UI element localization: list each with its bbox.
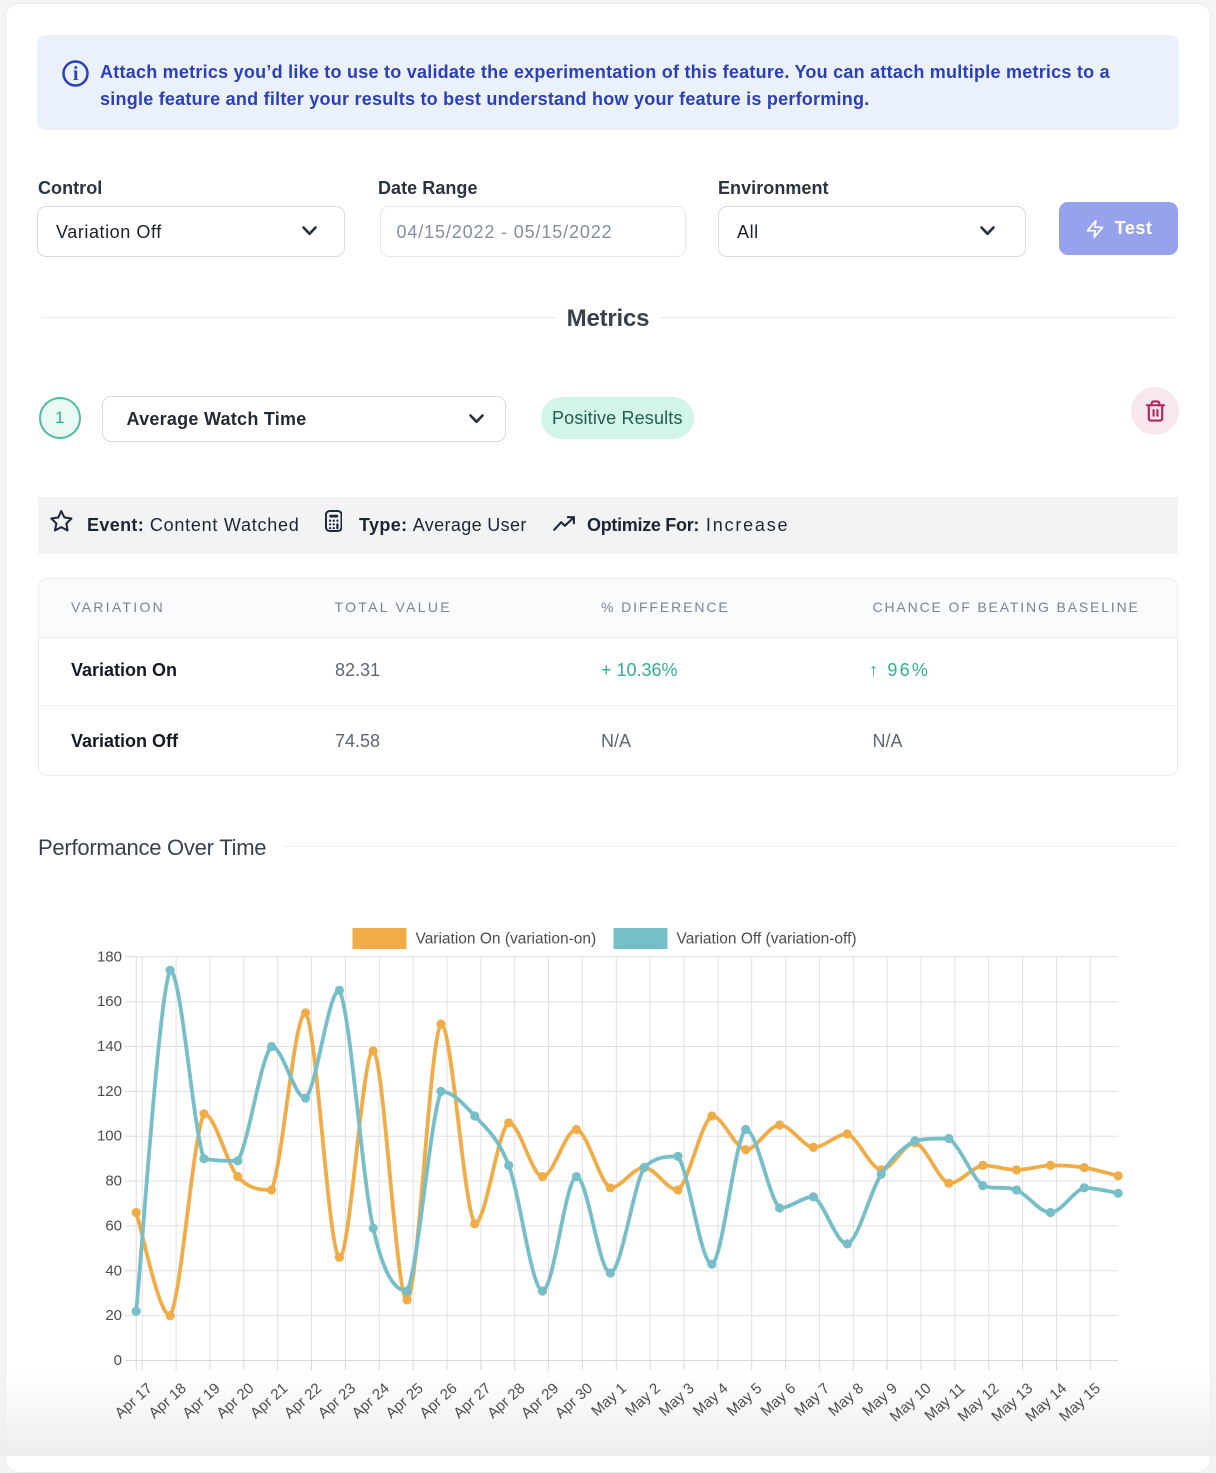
- svg-text:160: 160: [97, 993, 122, 1010]
- svg-text:0: 0: [114, 1352, 122, 1369]
- svg-text:Apr 18: Apr 18: [146, 1380, 190, 1422]
- svg-text:180: 180: [97, 948, 122, 965]
- svg-text:100: 100: [97, 1128, 122, 1145]
- svg-text:May 5: May 5: [724, 1380, 766, 1420]
- svg-text:May 4: May 4: [690, 1380, 732, 1420]
- svg-text:Apr 28: Apr 28: [484, 1380, 528, 1422]
- svg-text:Apr 26: Apr 26: [416, 1380, 460, 1422]
- svg-text:Variation Off (variation-off): Variation Off (variation-off): [677, 931, 857, 948]
- svg-text:Apr 23: Apr 23: [315, 1380, 359, 1422]
- svg-text:May 2: May 2: [622, 1380, 664, 1420]
- svg-text:Apr 17: Apr 17: [112, 1380, 156, 1422]
- svg-text:40: 40: [105, 1262, 122, 1279]
- svg-text:Apr 27: Apr 27: [450, 1380, 494, 1422]
- svg-text:Apr 22: Apr 22: [281, 1380, 325, 1422]
- svg-text:120: 120: [97, 1083, 122, 1100]
- svg-text:Apr 21: Apr 21: [247, 1380, 291, 1422]
- svg-text:Apr 25: Apr 25: [383, 1380, 427, 1422]
- svg-text:Apr 24: Apr 24: [349, 1380, 393, 1422]
- svg-text:60: 60: [105, 1217, 122, 1234]
- svg-text:Apr 29: Apr 29: [518, 1380, 562, 1422]
- svg-text:Apr 20: Apr 20: [213, 1380, 257, 1422]
- svg-text:May 6: May 6: [758, 1380, 800, 1420]
- svg-text:i: i: [73, 64, 79, 85]
- svg-text:20: 20: [105, 1307, 122, 1324]
- svg-text:Variation On (variation-on): Variation On (variation-on): [416, 931, 597, 948]
- svg-text:May 7: May 7: [791, 1380, 833, 1420]
- svg-text:140: 140: [97, 1038, 122, 1055]
- svg-text:Apr 19: Apr 19: [179, 1380, 223, 1422]
- svg-text:80: 80: [105, 1173, 122, 1190]
- svg-text:Apr 30: Apr 30: [552, 1380, 596, 1422]
- svg-text:May 1: May 1: [588, 1380, 630, 1420]
- svg-text:May 8: May 8: [825, 1380, 867, 1420]
- svg-text:May 3: May 3: [656, 1380, 698, 1420]
